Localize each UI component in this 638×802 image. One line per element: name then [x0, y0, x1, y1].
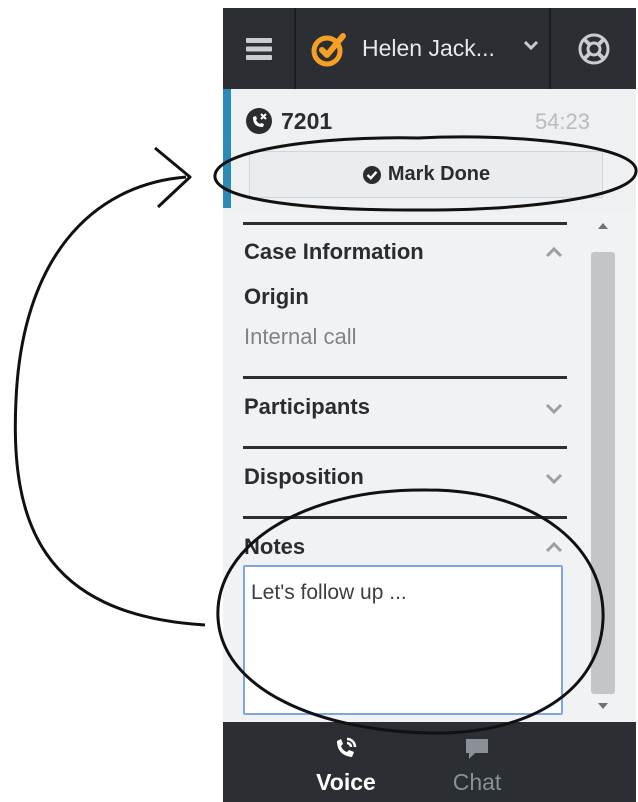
voice-tab-label: Voice	[316, 769, 376, 795]
chat-tab-label: Chat	[452, 769, 502, 795]
workspace-panel: Helen Jack... 7201 54:23 Mark Done Case …	[223, 8, 636, 802]
call-ended-icon	[246, 108, 272, 134]
phone-call-icon	[337, 737, 357, 757]
mark-done-label: Mark Done	[387, 163, 491, 185]
annotation-arrowhead	[154, 146, 192, 209]
chevron-up-icon[interactable]	[545, 246, 563, 258]
origin-label: Origin	[244, 284, 309, 309]
scroll-up-arrow-icon[interactable]	[597, 222, 609, 230]
notes-textarea[interactable]: Let's follow up ...	[243, 565, 563, 715]
agent-status-dropdown[interactable]: Helen Jack...	[296, 8, 551, 89]
scrollbar-thumb[interactable]	[591, 252, 615, 694]
chevron-down-icon[interactable]	[545, 472, 563, 484]
interaction-title: 7201	[245, 107, 332, 135]
chevron-down-icon	[523, 40, 539, 51]
voice-tab[interactable]: Voice	[286, 722, 406, 802]
interaction-details: Case Information Origin Internal call Pa…	[223, 214, 636, 722]
help-button[interactable]	[551, 8, 636, 89]
section-divider	[243, 376, 567, 379]
origin-value: Internal call	[244, 324, 357, 349]
case-information-header[interactable]: Case Information	[244, 239, 424, 265]
top-bar: Helen Jack...	[223, 8, 636, 89]
section-divider	[243, 446, 567, 449]
check-circle-icon	[362, 165, 381, 184]
agent-status-ready-icon	[311, 32, 346, 66]
chat-tab[interactable]: Chat	[417, 722, 537, 802]
participants-header[interactable]: Participants	[244, 394, 370, 420]
interaction-accent-bar	[223, 89, 231, 208]
annotation-arrow-path	[13, 175, 206, 627]
agent-name: Helen Jack...	[362, 35, 495, 61]
disposition-header[interactable]: Disposition	[244, 464, 364, 490]
interaction-number: 7201	[281, 107, 333, 134]
mark-done-button[interactable]: Mark Done	[249, 151, 603, 198]
lifebuoy-help-icon	[578, 33, 609, 64]
chat-bubble-icon	[466, 739, 488, 759]
notes-header[interactable]: Notes	[244, 534, 305, 560]
section-divider	[243, 516, 567, 519]
hamburger-menu-icon	[245, 37, 272, 60]
section-divider	[243, 222, 567, 225]
interaction-timer: 54:23	[534, 109, 590, 134]
chevron-down-icon[interactable]	[545, 402, 563, 414]
main-menu-button[interactable]	[223, 8, 296, 89]
chevron-up-icon[interactable]	[545, 541, 563, 553]
bottom-channel-bar: Voice Chat	[223, 722, 636, 802]
interaction-header: 7201 54:23 Mark Done	[223, 89, 636, 214]
scroll-down-arrow-icon[interactable]	[597, 702, 609, 710]
scrollbar[interactable]	[589, 214, 617, 722]
